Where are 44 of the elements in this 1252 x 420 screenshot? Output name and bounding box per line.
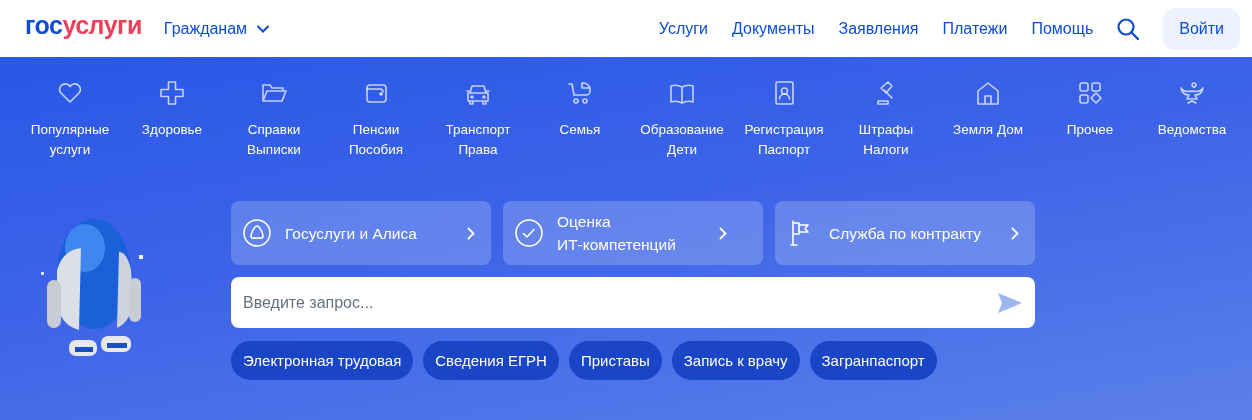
promo-card[interactable]: Оценка ИТ-компетенций bbox=[503, 201, 763, 265]
category-link[interactable]: Штрафы Налоги bbox=[838, 120, 934, 160]
nav-link[interactable]: Заявления bbox=[838, 19, 919, 38]
category-link[interactable]: Популярные услуги bbox=[22, 120, 118, 160]
quick-link-chip[interactable]: Приставы bbox=[568, 341, 662, 380]
quick-link-chip[interactable]: Электронная трудовая bbox=[231, 341, 414, 380]
nav-link[interactable]: Услуги bbox=[658, 19, 708, 38]
audience-dropdown[interactable]: Гражданам bbox=[163, 19, 270, 38]
category-link[interactable]: Прочее bbox=[1042, 120, 1138, 140]
plus-icon bbox=[158, 79, 186, 107]
search-icon[interactable] bbox=[1117, 17, 1140, 40]
logo[interactable]: госуслуги bbox=[25, 13, 142, 38]
category-link[interactable]: Ведомства bbox=[1144, 120, 1240, 140]
category-link[interactable]: Здоровье bbox=[124, 120, 220, 140]
category-link[interactable]: Справки Выписки bbox=[226, 120, 322, 160]
login-button[interactable]: Войти bbox=[1163, 7, 1240, 50]
promo-card[interactable]: Служба по контракту bbox=[775, 201, 1035, 265]
category-link[interactable]: Транспорт Права bbox=[430, 120, 526, 160]
quick-link-chip[interactable]: Запись к врачу bbox=[671, 341, 800, 380]
card-title: Госуслуги и Алиса bbox=[285, 223, 418, 244]
chevron-right-icon bbox=[467, 226, 475, 240]
ring-icon bbox=[243, 219, 273, 247]
category-link[interactable]: Образование Дети bbox=[634, 120, 730, 160]
card-title: Оценка ИТ-компетенций bbox=[557, 212, 677, 255]
card-title: Служба по контракту bbox=[829, 223, 982, 244]
grid-icon bbox=[1076, 79, 1104, 107]
category-link[interactable]: Земля Дом bbox=[940, 120, 1036, 140]
send-icon bbox=[997, 292, 1023, 314]
chevron-down-icon bbox=[257, 24, 270, 33]
nav-link[interactable]: Документы bbox=[732, 19, 815, 38]
category-link[interactable]: Пенсии Пособия bbox=[328, 120, 424, 160]
chevron-right-icon bbox=[1011, 226, 1019, 240]
search-field[interactable]: Введите запрос... bbox=[231, 277, 1035, 328]
quick-link-chip[interactable]: Сведения ЕГРН bbox=[423, 341, 559, 380]
quick-link-chip[interactable]: Загранпаспорт bbox=[809, 341, 937, 380]
nav-link[interactable]: Помощь bbox=[1031, 19, 1094, 38]
check-circle-icon bbox=[515, 219, 545, 247]
category-link[interactable]: Регистрация Паспорт bbox=[736, 120, 832, 160]
chevron-right-icon bbox=[719, 226, 727, 240]
promo-card[interactable]: Госуслуги и Алиса bbox=[231, 201, 491, 265]
category-link[interactable]: Семья bbox=[532, 120, 628, 140]
house-icon bbox=[974, 79, 1002, 107]
nav-link[interactable]: Платежи bbox=[942, 19, 1008, 38]
stroller-icon bbox=[566, 79, 594, 107]
